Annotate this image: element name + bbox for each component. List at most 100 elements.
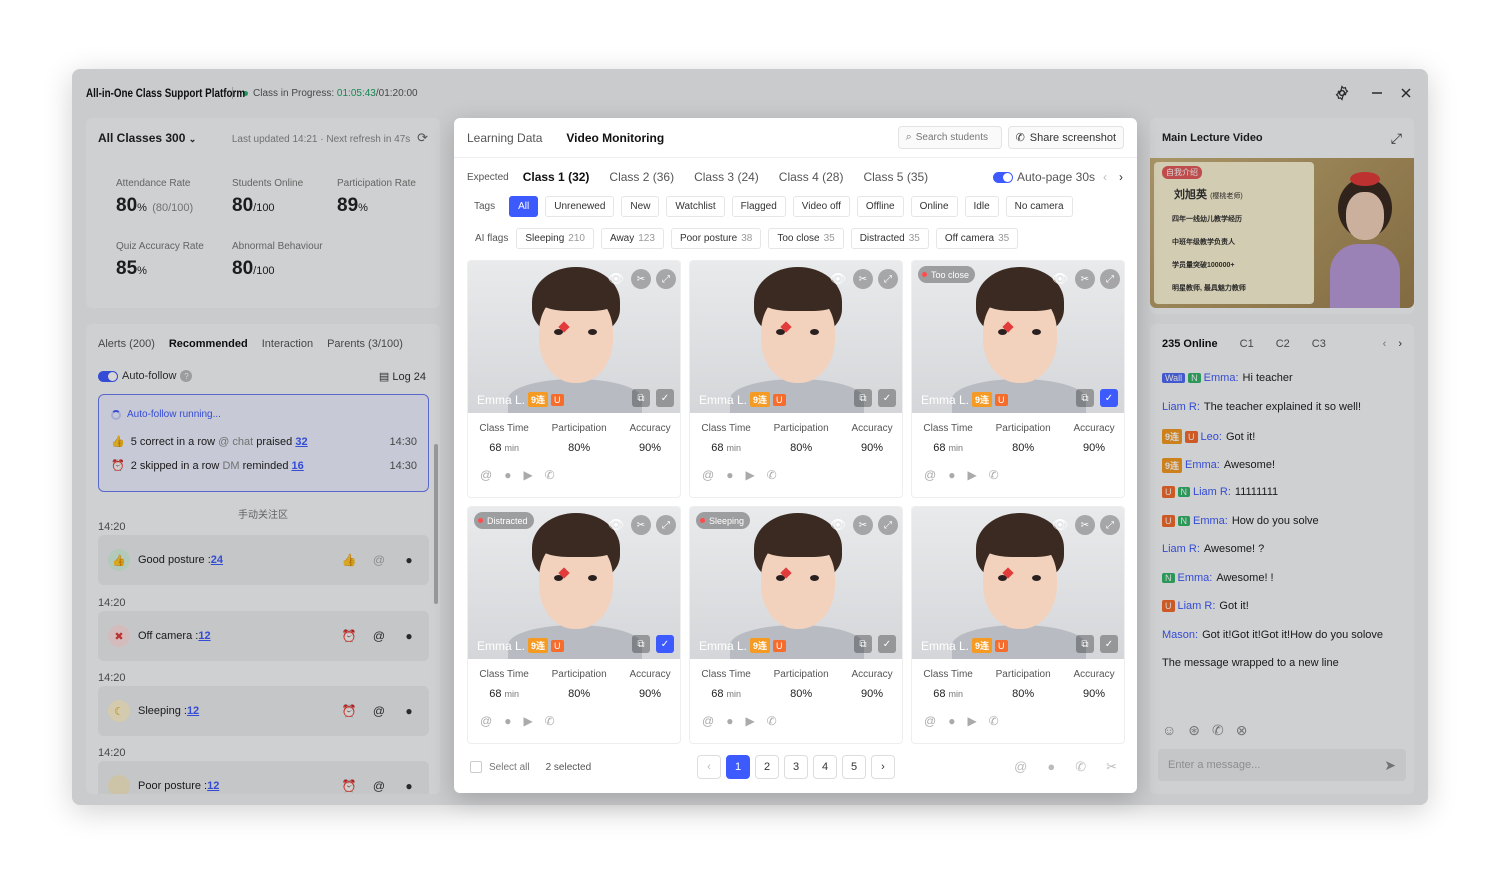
eye-icon[interactable]: 👁 <box>828 515 848 535</box>
video-icon[interactable]: ▶ <box>523 714 532 728</box>
expand-icon[interactable]: ⤢ <box>1100 269 1120 289</box>
ai-flag-poor-posture[interactable]: Poor posture 38 <box>670 228 762 249</box>
expand-icon[interactable]: ⤢ <box>1391 130 1402 147</box>
ai-detect-icon[interactable]: ⧉ <box>854 635 872 653</box>
video-icon[interactable]: ▶ <box>745 714 754 728</box>
message-icon[interactable]: ● <box>1047 759 1055 775</box>
help-icon[interactable]: ? <box>180 370 193 382</box>
alarm-icon[interactable]: ⏰ <box>339 776 359 794</box>
mention-icon[interactable]: @ <box>480 714 492 728</box>
ai-detect-icon[interactable]: ⧉ <box>1076 389 1094 407</box>
chat-sender[interactable]: Liam R: <box>1193 486 1231 498</box>
tab-c1[interactable]: C1 <box>1240 338 1254 350</box>
expand-icon[interactable]: ⤢ <box>1100 515 1120 535</box>
screenshot-icon[interactable]: ✂ <box>631 515 651 535</box>
tag-new[interactable]: New <box>621 196 660 217</box>
tab-video-monitoring[interactable]: Video Monitoring <box>566 131 664 145</box>
tab-parents[interactable]: Parents (3/100) <box>327 338 403 350</box>
tab-class-1[interactable]: Class 1 (32) <box>523 170 590 184</box>
next-page-button[interactable]: › <box>871 755 895 779</box>
send-icon[interactable]: ➤ <box>1384 757 1396 774</box>
screenshot-icon[interactable]: ✂ <box>631 269 651 289</box>
chat-sender[interactable]: Liam R: <box>1162 401 1200 413</box>
tag-offline[interactable]: Offline <box>856 196 904 217</box>
screenshot-icon[interactable]: ✂ <box>853 515 873 535</box>
select-checkbox[interactable]: ✓ <box>878 635 896 653</box>
mention-icon[interactable]: @ <box>1014 759 1027 775</box>
close-icon[interactable] <box>1396 83 1416 103</box>
alert-sleeping[interactable]: ☾ Sleeping :12 ⏰ @ ● <box>98 686 429 736</box>
student-video[interactable]: 👁 ✂ ⤢ Emma L. 9连 U ⧉ ✓ <box>690 261 902 413</box>
chat-sender[interactable]: Emma: <box>1193 515 1228 527</box>
student-tile[interactable]: Sleeping 👁 ✂ ⤢ Emma L. 9连 U ⧉ ✓ Class Time 68 min P… <box>689 506 903 744</box>
tab-interaction[interactable]: Interaction <box>262 338 313 350</box>
mention-icon[interactable]: @ <box>369 701 389 721</box>
select-checkbox[interactable]: ✓ <box>1100 389 1118 407</box>
tab-learning-data[interactable]: Learning Data <box>467 131 542 145</box>
page-3[interactable]: 3 <box>784 755 808 779</box>
chat-sender[interactable]: Emma: <box>1178 572 1213 584</box>
chat-sender[interactable]: Emma: <box>1185 459 1220 471</box>
tab-class-2[interactable]: Class 2 (36) <box>609 170 674 184</box>
video-icon[interactable]: ▶ <box>523 468 532 482</box>
select-checkbox[interactable]: ✓ <box>1100 635 1118 653</box>
message-icon[interactable]: ● <box>504 714 511 728</box>
wechat-icon[interactable]: ✆ <box>545 714 555 728</box>
minimize-icon[interactable] <box>1367 83 1387 103</box>
message-icon[interactable]: ● <box>399 701 419 721</box>
tab-alerts[interactable]: Alerts (200) <box>98 338 155 350</box>
tag-all[interactable]: All <box>509 196 539 217</box>
mention-icon[interactable]: @ <box>924 714 936 728</box>
student-tile[interactable]: 👁 ✂ ⤢ Emma L. 9连 U ⧉ ✓ Class Time 68 min Participa… <box>911 506 1125 744</box>
student-tile[interactable]: 👁 ✂ ⤢ Emma L. 9连 U ⧉ ✓ Class Time 68 min Participa… <box>467 260 681 498</box>
alarm-icon[interactable]: ⏰ <box>339 626 359 646</box>
eye-icon[interactable]: 👁 <box>606 269 626 289</box>
screenshot-icon[interactable]: ✂ <box>1075 515 1095 535</box>
wechat-icon[interactable]: ✆ <box>545 468 555 482</box>
ai-flag-distracted[interactable]: Distracted 35 <box>850 228 929 249</box>
chevron-left-icon[interactable]: ‹ <box>1103 170 1107 184</box>
mention-icon[interactable]: @ <box>702 468 714 482</box>
praise-icon[interactable]: 👍 <box>339 550 359 570</box>
sticker-icon[interactable]: ⊛ <box>1188 722 1200 739</box>
eye-icon[interactable]: 👁 <box>1050 269 1070 289</box>
message-input[interactable]: Enter a message... ➤ <box>1158 749 1406 781</box>
wechat-icon[interactable]: ✆ <box>767 468 777 482</box>
message-icon[interactable]: ● <box>399 626 419 646</box>
tag-video-off[interactable]: Video off <box>792 196 850 217</box>
ai-detect-icon[interactable]: ⧉ <box>854 389 872 407</box>
auto-page-toggle[interactable] <box>992 171 1013 183</box>
eye-icon[interactable]: 👁 <box>606 515 626 535</box>
screenshot-icon[interactable]: ✂ <box>1106 759 1117 775</box>
page-4[interactable]: 4 <box>813 755 837 779</box>
expand-icon[interactable]: ⤢ <box>878 269 898 289</box>
alarm-icon[interactable]: ⏰ <box>339 701 359 721</box>
mention-icon[interactable]: @ <box>924 468 936 482</box>
emoji-icon[interactable]: ☺ <box>1162 722 1176 739</box>
mention-icon[interactable]: @ <box>369 776 389 794</box>
alert-off-camera[interactable]: ✖ Off camera :12 ⏰ @ ● <box>98 611 429 661</box>
eye-icon[interactable]: 👁 <box>828 269 848 289</box>
expand-icon[interactable]: ⤢ <box>656 515 676 535</box>
lecture-video[interactable]: 自我介绍 刘旭英 (樱桃老师) 四年一线幼儿教学经历 中班年级教学负责人 学员量… <box>1150 158 1414 308</box>
chevron-left-icon[interactable]: ‹ <box>1383 338 1387 350</box>
message-icon[interactable]: ● <box>948 468 955 482</box>
tab-class-4[interactable]: Class 4 (28) <box>779 170 844 184</box>
chevron-right-icon[interactable]: › <box>1398 338 1402 350</box>
eye-icon[interactable]: 👁 <box>1050 515 1070 535</box>
ai-flag-away[interactable]: Away 123 <box>600 228 664 249</box>
student-video[interactable]: 👁 ✂ ⤢ Emma L. 9连 U ⧉ ✓ <box>468 261 680 413</box>
mention-icon[interactable]: @ <box>369 550 389 570</box>
student-video[interactable]: Distracted 👁 ✂ ⤢ Emma L. 9连 U ⧉ ✓ <box>468 507 680 659</box>
ai-flag-too-close[interactable]: Too close 35 <box>768 228 844 249</box>
ai-flag-sleeping[interactable]: Sleeping 210 <box>516 228 594 249</box>
message-icon[interactable]: ● <box>399 550 419 570</box>
wechat-icon[interactable]: ✆ <box>989 714 999 728</box>
tag-watchlist[interactable]: Watchlist <box>666 196 725 217</box>
message-icon[interactable]: ● <box>726 714 733 728</box>
wechat-icon[interactable]: ✆ <box>767 714 777 728</box>
ai-detect-icon[interactable]: ⧉ <box>632 389 650 407</box>
page-2[interactable]: 2 <box>755 755 779 779</box>
tag-unrenewed[interactable]: Unrenewed <box>545 196 615 217</box>
message-icon[interactable]: ● <box>504 468 511 482</box>
